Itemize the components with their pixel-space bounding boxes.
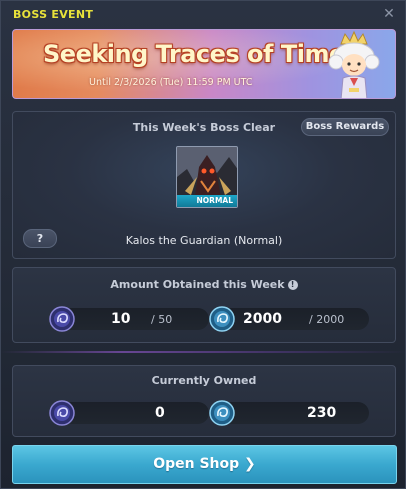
window-title: BOSS EVENT xyxy=(13,8,94,21)
coin-pill xyxy=(59,402,209,424)
weekly-coin-b-value: 2000 xyxy=(243,311,282,327)
separator xyxy=(1,351,406,353)
npc-character-icon xyxy=(328,30,380,98)
titlebar: BOSS EVENT ✕ xyxy=(1,1,405,29)
open-shop-button[interactable]: Open Shop ❯ xyxy=(12,445,397,484)
boss-rewards-button[interactable]: Boss Rewards xyxy=(301,118,389,136)
coin-pill xyxy=(59,308,209,330)
difficulty-badge: NORMAL xyxy=(177,195,237,207)
close-icon[interactable]: ✕ xyxy=(382,7,396,21)
banner-subtitle: Until 2/3/2026 (Tue) 11:59 PM UTC xyxy=(89,77,253,88)
weekly-heading: Amount Obtained this Week! xyxy=(13,278,395,291)
banner-title: Seeking Traces of Time xyxy=(43,40,345,68)
owned-coin-b: 230 xyxy=(209,400,369,426)
weekly-coin-b-max: / 2000 xyxy=(309,313,345,326)
coin-pill xyxy=(219,308,369,330)
purple-swirl-coin-icon xyxy=(49,400,75,426)
purple-swirl-coin-icon xyxy=(49,306,75,332)
event-banner: Seeking Traces of Time Until 2/3/2026 (T… xyxy=(12,29,396,99)
boss-name: Kalos the Guardian (Normal) xyxy=(125,234,283,247)
owned-coin-a-value: 0 xyxy=(155,405,165,421)
owned-coin-a: 0 xyxy=(49,400,209,426)
coin-pill xyxy=(219,402,369,424)
weekly-coin-b: 2000 / 2000 xyxy=(209,306,369,332)
blue-swirl-coin-icon xyxy=(209,400,235,426)
owned-heading: Currently Owned xyxy=(151,374,257,387)
owned-coin-b-value: 230 xyxy=(307,405,337,421)
boss-portrait: NORMAL xyxy=(176,146,238,208)
blue-swirl-coin-icon xyxy=(209,306,235,332)
owned-panel: Currently Owned 0 230 xyxy=(12,365,396,437)
boss-clear-panel: This Week's Boss Clear Boss Rewards NORM… xyxy=(12,111,396,259)
open-shop-label: Open Shop ❯ xyxy=(153,456,256,472)
weekly-heading-text: Amount Obtained this Week xyxy=(110,278,285,291)
info-icon[interactable]: ! xyxy=(287,280,298,290)
weekly-coin-a: 10 / 50 xyxy=(49,306,209,332)
weekly-coin-a-max: / 50 xyxy=(151,313,173,326)
weekly-amount-panel: Amount Obtained this Week! 10 / 50 2000 … xyxy=(12,267,396,343)
boss-event-window: BOSS EVENT ✕ Seeking Traces of Time Unti… xyxy=(0,0,406,489)
weekly-coin-a-value: 10 xyxy=(111,311,131,327)
